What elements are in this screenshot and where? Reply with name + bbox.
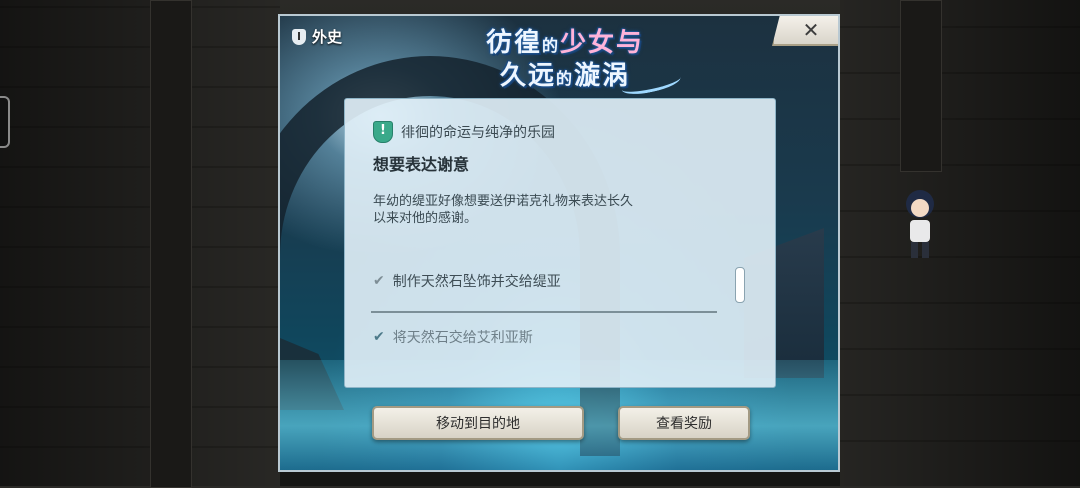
move-to-destination-button[interactable]: 移动到目的地 (372, 406, 584, 440)
quest-card: 徘徊的命运与纯净的乐园 想要表达谢意 年幼的缇亚好像想要送伊诺克礼物来表达长久以… (344, 98, 776, 388)
side-story-panel: 外史 彷徨的少女与 久远的漩涡 ✕ 徘徊的命运与纯净的乐园 想要表达谢意 年幼的… (278, 14, 840, 472)
logo-text: 的 (541, 36, 560, 55)
logo-line-2: 久远的漩涡 (500, 61, 630, 94)
objective-label: 制作天然石坠饰并交给缇亚 (392, 274, 561, 290)
background-pillar (150, 0, 192, 488)
close-icon: ✕ (802, 18, 820, 42)
background-pillar (900, 0, 942, 172)
quest-title: 想要表达谢意 (373, 155, 470, 174)
view-rewards-button[interactable]: 查看奖励 (618, 406, 750, 440)
objective-item: ✔ 制作天然石坠饰并交给缇亚 (373, 271, 561, 291)
chapter-label: 徘徊的命运与纯净的乐园 (401, 125, 555, 141)
checkmark-icon: ✔ (373, 273, 385, 289)
background-left (0, 0, 280, 486)
character-sprite (906, 190, 934, 258)
objective-divider (371, 311, 717, 313)
shield-icon (292, 28, 306, 45)
quest-shield-icon (373, 121, 393, 143)
objective-item: ✔ 将天然石交给艾利亚斯 (373, 327, 533, 347)
objective-label: 将天然石交给艾利亚斯 (392, 330, 533, 346)
side-drawer-handle[interactable] (0, 96, 10, 148)
quest-chapter: 徘徊的命运与纯净的乐园 (373, 121, 555, 143)
checkmark-icon: ✔ (373, 329, 385, 345)
side-story-label: 外史 (312, 28, 343, 46)
background-right (840, 0, 1080, 486)
logo-text: 久远 (499, 61, 556, 91)
side-story-tag: 外史 (292, 26, 342, 47)
logo-text: 彷徨 (485, 28, 542, 58)
objective-scrollbar[interactable] (735, 267, 745, 303)
logo-text: 少女与 (560, 28, 645, 58)
quest-description: 年幼的缇亚好像想要送伊诺克礼物来表达长久以来对他的感谢。 (373, 194, 634, 226)
close-button[interactable]: ✕ (772, 16, 838, 46)
logo-text: 的 (555, 69, 574, 88)
logo-line-1: 彷徨的少女与 (486, 28, 644, 61)
event-logo: 彷徨的少女与 久远的漩涡 (455, 18, 683, 104)
